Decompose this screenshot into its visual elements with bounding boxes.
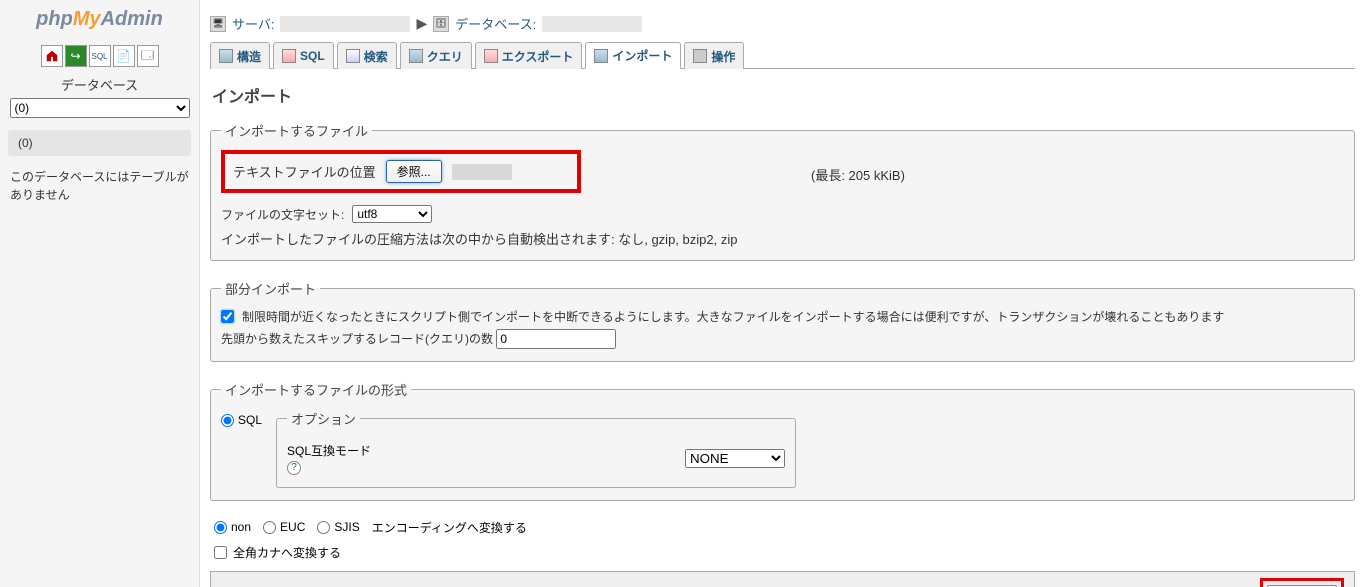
- compress-note: インポートしたファイルの圧縮方法は次の中から自動検出されます: なし, gzip…: [221, 229, 1344, 248]
- fs-partial-legend: 部分インポート: [221, 279, 320, 298]
- structure-icon: [219, 49, 233, 63]
- tabs: 構造 SQL 検索 クエリ エクスポート インポート 操作: [210, 41, 1355, 69]
- export-icon: [484, 49, 498, 63]
- format-sql-radio[interactable]: [221, 414, 234, 427]
- fs-options-legend: オプション: [287, 409, 360, 428]
- fs-partial: 部分インポート 制限時間が近くなったときにスクリプト側でインポートを中断できるよ…: [210, 279, 1355, 362]
- partial-allow-label: 制限時間が近くなったときにスクリプト側でインポートを中断できるようにします。大き…: [242, 308, 1224, 327]
- page-title: インポート: [212, 83, 1355, 107]
- home-icon[interactable]: [41, 45, 63, 67]
- tab-export[interactable]: エクスポート: [475, 42, 583, 69]
- file-pos-label: テキストファイルの位置: [233, 162, 376, 181]
- enc-convert-label: エンコーディングへ変換する: [372, 519, 527, 536]
- help-icon[interactable]: ?: [287, 461, 301, 475]
- logo[interactable]: phpMyAdmin: [0, 8, 199, 39]
- exec-highlight-box: 実行する: [1260, 578, 1344, 587]
- skip-label: 先頭から数えたスキップするレコード(クエリ)の数: [221, 332, 493, 346]
- bc-db-value: [542, 16, 642, 32]
- bc-server-label[interactable]: サーバ:: [232, 14, 274, 33]
- bc-server-value: [280, 16, 410, 32]
- server-icon: 🖥: [210, 16, 226, 32]
- charset-select[interactable]: utf8: [352, 205, 432, 223]
- db-icon: 🗄: [433, 16, 449, 32]
- sql-tab-icon: [282, 49, 296, 63]
- fs-import-file-legend: インポートするファイル: [221, 121, 372, 140]
- current-db[interactable]: (0): [8, 130, 191, 156]
- fs-options: オプション SQL互換モード ? NONE: [276, 409, 796, 488]
- format-sql-radio-label[interactable]: SQL: [221, 409, 262, 427]
- docs-icon[interactable]: 📄: [113, 45, 135, 67]
- tab-structure[interactable]: 構造: [210, 42, 270, 69]
- file-path-display: [452, 164, 512, 180]
- sidebar: phpMyAdmin ↪ SQL 📄 🗔 データベース (0) (0) このデー…: [0, 0, 200, 587]
- import-icon: [594, 49, 608, 63]
- db-select[interactable]: (0): [10, 98, 190, 118]
- operations-icon: [693, 49, 707, 63]
- tab-import[interactable]: インポート: [585, 42, 681, 69]
- tab-query[interactable]: クエリ: [400, 42, 472, 69]
- kana-checkbox[interactable]: [214, 546, 227, 559]
- query-window-icon[interactable]: 🗔: [137, 45, 159, 67]
- exit-icon[interactable]: ↪: [65, 45, 87, 67]
- partial-allow-checkbox[interactable]: [221, 310, 234, 323]
- skip-input[interactable]: [496, 329, 616, 349]
- file-highlight-box: テキストファイルの位置 参照...: [221, 150, 581, 193]
- no-tables-msg: このデータベースにはテーブルがありません: [0, 164, 199, 208]
- enc-euc[interactable]: EUC: [263, 520, 305, 534]
- sql-icon[interactable]: SQL: [89, 45, 111, 67]
- breadcrumb: 🖥 サーバ: ▶ 🗄 データベース:: [210, 10, 1355, 41]
- bc-db-label[interactable]: データベース:: [455, 14, 536, 33]
- max-length-label: (最長: 205 kKiB): [811, 165, 905, 184]
- enc-sjis[interactable]: SJIS: [317, 520, 359, 534]
- compat-select[interactable]: NONE: [685, 449, 785, 468]
- bc-sep: ▶: [416, 15, 427, 32]
- enc-non[interactable]: non: [214, 520, 251, 534]
- sidebar-quick-icons: ↪ SQL 📄 🗔: [0, 45, 199, 67]
- search-icon: [346, 49, 360, 63]
- tab-operations[interactable]: 操作: [684, 42, 744, 69]
- footer-bar: 実行する: [210, 571, 1355, 587]
- fs-format-legend: インポートするファイルの形式: [221, 380, 411, 399]
- tab-search[interactable]: 検索: [337, 42, 397, 69]
- compat-label: SQL互換モード: [287, 442, 371, 459]
- db-label: データベース: [0, 75, 199, 94]
- charset-label: ファイルの文字セット:: [221, 206, 344, 223]
- kana-label: 全角カナへ変換する: [233, 544, 341, 561]
- tab-sql[interactable]: SQL: [273, 42, 334, 69]
- browse-button[interactable]: 参照...: [386, 160, 442, 183]
- fs-import-file: インポートするファイル テキストファイルの位置 参照... (最長: 205 k…: [210, 121, 1355, 261]
- query-icon: [409, 49, 423, 63]
- fs-format: インポートするファイルの形式 SQL オプション SQL互換モード ? NONE: [210, 380, 1355, 501]
- main: 🖥 サーバ: ▶ 🗄 データベース: 構造 SQL 検索 クエリ エクスポート …: [200, 0, 1365, 587]
- encoding-row: non EUC SJIS エンコーディングへ変換する: [210, 519, 1355, 540]
